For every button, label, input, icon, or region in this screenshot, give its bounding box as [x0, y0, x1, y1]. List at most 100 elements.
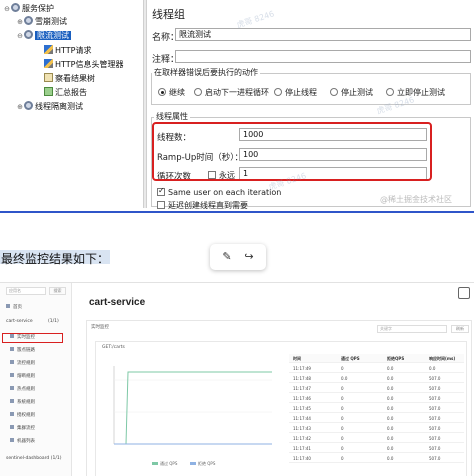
app-search-input[interactable]: 应用名 [6, 287, 46, 295]
tree-node-service-protect[interactable]: ⊖ 服务保护 [3, 3, 54, 15]
share-icon[interactable]: ↪ [242, 250, 256, 264]
resource-card: GET:/carts 通过 QPS 拒绝 QPS 时间 通过 QPS 拒绝QPS 响应… [95, 341, 467, 476]
lock-icon [10, 412, 14, 416]
jmeter-window: ⊖ 服务保护 ⊕ 雪崩测试 ⊖ 限流测试 HTTP请求 HTTP信息头管理器 察看结果… [0, 0, 474, 213]
legend-pass: 通过 QPS [160, 460, 178, 466]
radio-off-icon [274, 88, 282, 96]
table-row: 11:17:40 0 0.0 507.0 [289, 454, 464, 463]
sidebar-item-flow-rule[interactable]: 流控规则 [10, 359, 35, 368]
table-cell: 507.0 [429, 436, 441, 441]
tree-node-summary-report[interactable]: 汇总报告 [44, 87, 87, 99]
checkbox-off-icon [157, 201, 165, 209]
table-header-cell: 响应时间(ms) [429, 356, 456, 361]
table-header-cell: 通过 QPS [341, 356, 360, 361]
list-icon [10, 347, 14, 351]
table-row: 11:17:41 0 0.0 507.0 [289, 444, 464, 453]
realtime-panel: 实时监控 关键字 刷新 GET:/carts 通过 QPS 拒绝 QPS 时间 [86, 320, 472, 476]
table-cell: 0.0 [387, 416, 394, 421]
table-cell: 11:17:48 [293, 376, 311, 381]
sidebar-item-cluster-link[interactable]: 簇点链路 [10, 346, 35, 355]
server-icon [10, 438, 14, 442]
split-divider[interactable] [143, 0, 147, 208]
table-cell: 507.0 [429, 396, 441, 401]
edit-icon[interactable]: ✎ [220, 250, 234, 264]
table-cell: 11:17:49 [293, 366, 311, 371]
table-row: 11:17:43 0 0.0 507.0 [289, 424, 464, 433]
tree-node-result-tree[interactable]: 察看结果树 [44, 73, 95, 85]
table-row: 11:17:44 0 0.0 507.0 [289, 414, 464, 423]
keyword-input[interactable]: 关键字 [377, 325, 447, 333]
table-cell: 507.0 [429, 386, 441, 391]
table-cell: 0.0 [429, 366, 436, 371]
collapse-icon[interactable]: ⊖ [16, 30, 24, 42]
radio-stop-test-now[interactable]: 立即停止测试 [386, 87, 445, 98]
sidebar-item-sentinel-dashboard[interactable]: sentinel-dashboard (1/1) [6, 454, 61, 463]
same-user-checkbox[interactable]: Same user on each iteration [157, 186, 281, 197]
radio-continue[interactable]: 继续 [158, 87, 185, 98]
comment-input[interactable] [175, 50, 471, 63]
table-row: 11:17:45 0 0.0 507.0 [289, 404, 464, 413]
table-cell: 0 [341, 366, 344, 371]
dashboard-main: cart-service 实时监控 关键字 刷新 GET:/carts 通过 Q… [80, 283, 474, 476]
table-cell: 0.0 [387, 386, 394, 391]
caption-text: 最终监控结果如下： [0, 250, 111, 266]
radio-stop-test[interactable]: 停止测试 [330, 87, 373, 98]
tree-node-header-manager[interactable]: HTTP信息头管理器 [44, 59, 123, 71]
table-cell: 507.0 [429, 406, 441, 411]
sidebar-item-cluster-flow[interactable]: 集群流控 [10, 424, 35, 433]
app-search-button[interactable]: 搜索 [49, 287, 66, 295]
table-header-row: 时间 通过 QPS 拒绝QPS 响应时间(ms) [289, 354, 464, 363]
legend-swatch-pass [152, 462, 158, 465]
table-cell: 0.0 [387, 426, 394, 431]
table-cell: 0 [341, 446, 344, 451]
gear-icon [24, 101, 33, 110]
table-cell: 0.0 [341, 376, 348, 381]
highlight-box [2, 333, 63, 343]
table-cell: 11:17:40 [293, 456, 311, 461]
table-cell: 0.0 [387, 396, 394, 401]
sidebar-item-auth-rule[interactable]: 授权规则 [10, 411, 35, 420]
table-cell: 507.0 [429, 446, 441, 451]
radio-next-loop[interactable]: 启动下一进程循环 [194, 87, 269, 98]
sidebar-item-hot-rule[interactable]: 热点规则 [10, 385, 35, 394]
sidebar-item-system-rule[interactable]: 系统规则 [10, 398, 35, 407]
filter-icon [10, 360, 14, 364]
name-input[interactable]: 限流测试 [175, 28, 471, 41]
expand-icon[interactable]: ⊕ [16, 101, 24, 113]
flash-icon [10, 373, 14, 377]
report-icon [44, 87, 53, 96]
table-cell: 0 [341, 426, 344, 431]
radio-stop-thread[interactable]: 停止线程 [274, 87, 317, 98]
sidebar-item-cart-service[interactable]: cart-service (1/1) [6, 317, 59, 326]
fire-icon [10, 386, 14, 390]
table-cell: 11:17:47 [293, 386, 311, 391]
table-cell: 507.0 [429, 426, 441, 431]
tree-node-rate-limit-test[interactable]: ⊖ 限流测试 [16, 30, 71, 42]
sidebar-item-home[interactable]: 首页 [6, 303, 22, 312]
sidebar-item-machines[interactable]: 机器列表 [10, 437, 35, 446]
table-cell: 0.0 [387, 406, 394, 411]
table-cell: 11:17:45 [293, 406, 311, 411]
table-cell: 0 [341, 396, 344, 401]
table-cell: 0.0 [387, 366, 394, 371]
gear-icon [24, 30, 33, 39]
gear-icon [24, 16, 33, 25]
table-row: 11:17:48 0.0 0.0 507.0 [289, 374, 464, 383]
service-title: cart-service [89, 297, 146, 308]
sidebar-item-degrade-rule[interactable]: 熔断规则 [10, 372, 35, 381]
tree-node-http-request[interactable]: HTTP请求 [44, 45, 91, 57]
tree-node-avalanche-test[interactable]: ⊕ 雪崩测试 [16, 16, 67, 28]
collapse-icon[interactable]: ⊖ [3, 3, 11, 15]
table-cell: 507.0 [429, 376, 441, 381]
dashboard-sidebar: 应用名 搜索 首页 cart-service (1/1) 实时监控 簇点链路 流… [0, 283, 72, 476]
expand-icon[interactable]: ⊕ [16, 16, 24, 28]
table-cell: 507.0 [429, 456, 441, 461]
gear-icon [11, 3, 20, 12]
pass-qps-line [114, 371, 272, 445]
tree-node-thread-isolation-test[interactable]: ⊕ 线程隔离测试 [16, 101, 83, 113]
checkbox-on-icon [157, 186, 165, 196]
delay-thread-checkbox[interactable]: 延迟创建线程直到需要 [157, 200, 248, 211]
table-cell: 0 [341, 416, 344, 421]
table-cell: 0 [341, 436, 344, 441]
table-cell: 0.0 [387, 436, 394, 441]
